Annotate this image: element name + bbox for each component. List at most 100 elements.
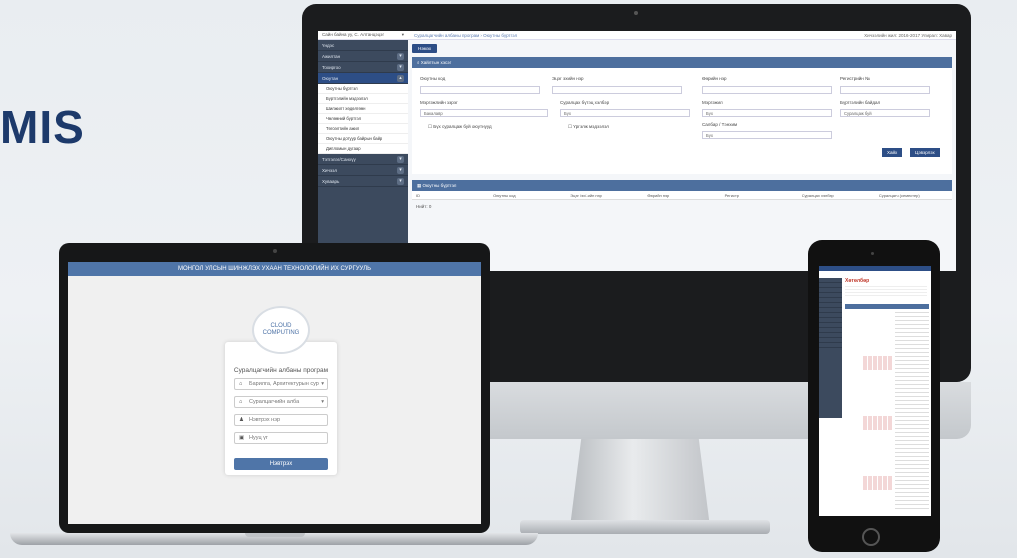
new-button[interactable]: Нэмэх <box>412 44 438 53</box>
tablet-description <box>845 286 927 298</box>
user-select[interactable]: Сайн байна уу, С. Алтанцэцэг ▾ <box>318 32 408 38</box>
always-info-checkbox[interactable]: ☐ Үргэлж мэдээлэл <box>568 124 609 130</box>
column-header[interactable]: Эцэг /эх/-ийн нэр <box>566 193 643 198</box>
desktop-app: Сайн байна уу, С. Алтанцэцэг ▾ Суралцагч… <box>318 31 956 271</box>
sidebar-item-lessons[interactable]: Хичээл ▾ <box>318 165 408 176</box>
main-content: Нэмэх ⌕ Хайлтын хэсэг Оюутны код Эцэг эх… <box>408 40 956 271</box>
parent-name-label: Эцэг эхийн нэр <box>552 76 584 81</box>
sidebar-subitem[interactable]: Төгсөлтийн ажил <box>318 124 408 134</box>
sidebar-item-label: Тэтгэлэг/Санхүү <box>322 156 356 162</box>
tablet-sidebar <box>819 278 842 418</box>
study-form-select[interactable]: Бүх <box>560 109 690 117</box>
role-select-value: Суралцагчийн алба <box>249 399 300 405</box>
chevron-down-icon: ▾ <box>397 52 404 60</box>
chevron-down-icon: ▾ <box>321 381 324 387</box>
degree-label: Мэргэжлийн зэрэг <box>420 100 458 105</box>
first-name-input[interactable] <box>702 86 832 94</box>
school-select[interactable]: ⌂ Барилга, Архитектурын сур ▾ <box>234 378 328 390</box>
login-card: CLOUD COMPUTING Суралцагчийн албаны прог… <box>225 306 337 475</box>
major-select[interactable]: Бүх <box>702 109 832 117</box>
home-icon: ⌂ <box>239 381 243 387</box>
login-title: Суралцагчийн албаны програм <box>233 367 329 374</box>
column-header[interactable]: Регистр <box>721 193 798 198</box>
password-placeholder: Нууц үг <box>249 435 268 441</box>
username-input[interactable]: ♟ Нэвтрэх нэр <box>234 414 328 426</box>
student-table-title: Оюутны бүртгэл <box>422 183 457 188</box>
sidebar-subitem[interactable]: Оюутны дотуур байрын байр <box>318 134 408 144</box>
school-select-value: Барилга, Архитектурын сур <box>249 381 319 387</box>
column-header[interactable]: Оюутны код <box>489 193 566 198</box>
tablet-camera <box>871 252 874 255</box>
column-header[interactable]: ID <box>412 193 489 198</box>
sidebar-subitem[interactable]: Бүртгэлийн мэдээлэл <box>318 94 408 104</box>
desktop-camera <box>634 11 638 15</box>
desktop-monitor-base <box>520 520 770 534</box>
always-info-label: Үргэлж мэдээлэл <box>573 124 609 129</box>
breadcrumb[interactable]: Суралцагчийн албаны програм › Оюутны бүр… <box>408 33 864 38</box>
login-header: МОНГОЛ УЛСЫН ШИНЖЛЭХ УХААН ТЕХНОЛОГИЙН И… <box>68 262 481 276</box>
sidebar-item-finance[interactable]: Тэтгэлэг/Санхүү ▾ <box>318 154 408 165</box>
tablet-home-button[interactable] <box>862 528 880 546</box>
login-button[interactable]: Нэвтрэх <box>234 458 328 470</box>
filter-panel-title: Хайлтын хэсэг <box>420 60 452 65</box>
sidebar-item-students[interactable]: Оюутан ▴ <box>318 73 408 84</box>
brand-title: MIS <box>0 101 85 153</box>
student-code-input[interactable] <box>420 86 540 94</box>
home-icon: ⌂ <box>239 399 243 405</box>
filter-panel-header: ⌕ Хайлтын хэсэг <box>412 57 952 68</box>
chevron-down-icon: ▾ <box>401 32 404 37</box>
tablet-calendar <box>863 476 893 490</box>
sidebar-item-label: Үндэс <box>322 42 335 48</box>
search-button[interactable]: Хайх <box>882 148 903 157</box>
tablet-document <box>895 312 929 510</box>
chevron-down-icon: ▾ <box>397 166 404 174</box>
sidebar-item-schedule[interactable]: Хуваарь ▾ <box>318 176 408 187</box>
sidebar-subitem[interactable]: Шилжилт хөдөлгөөн <box>318 104 408 114</box>
register-input[interactable] <box>840 86 930 94</box>
sidebar-subitem[interactable]: Чөлөөний бүртгэл <box>318 114 408 124</box>
desktop-topbar: Сайн байна уу, С. Алтанцэцэг ▾ Суралцагч… <box>318 31 956 40</box>
role-select[interactable]: ⌂ Суралцагчийн алба ▾ <box>234 396 328 408</box>
sidebar-item-label: Оюутан <box>322 75 339 81</box>
chevron-down-icon: ▾ <box>321 399 324 405</box>
degree-select-value: Бакалавр <box>424 111 443 116</box>
lock-icon: ▣ <box>239 435 245 441</box>
chevron-down-icon: ▾ <box>397 155 404 163</box>
desktop-monitor-stand <box>570 439 710 527</box>
column-header[interactable]: Суралцагч (семестер) <box>875 193 952 198</box>
status-select[interactable]: Суралцаж буй <box>840 109 930 117</box>
sidebar-item-label: Ажилтан <box>322 53 341 59</box>
clear-button[interactable]: Цэвэрлэх <box>910 148 940 157</box>
all-students-checkbox[interactable]: ☐ Бүх суралцаж буй оюутнууд <box>428 124 492 130</box>
major-label: Мэргэжил <box>702 100 723 105</box>
study-form-label: Суралцах бүтэц хэлбэр <box>560 100 610 105</box>
sidebar-item-label: Хуваарь <box>322 178 340 184</box>
department-select[interactable]: Бүх <box>702 131 832 139</box>
cloud-computing-logo: CLOUD COMPUTING <box>252 306 310 354</box>
student-table-header: ▦ Оюутны бүртгэл <box>412 180 952 191</box>
tablet-page-title: Хөтөлбөр <box>845 278 870 284</box>
desktop-screen: Сайн байна уу, С. Алтанцэцэг ▾ Суралцагч… <box>318 31 956 271</box>
department-select-value: Бүх <box>706 133 713 138</box>
chevron-down-icon: ▾ <box>397 63 404 71</box>
sidebar-item-label: Тохиргоо <box>322 64 341 70</box>
column-header[interactable]: Суралцах хэлбэр <box>798 193 875 198</box>
sidebar-subitem[interactable]: Оюутны бүртгэл <box>318 84 408 94</box>
major-select-value: Бүх <box>706 111 713 116</box>
tablet-screen: Хөтөлбөр <box>819 266 931 516</box>
sidebar-subitem[interactable]: Дипломын дугаар <box>318 144 408 154</box>
table-total: Нийт: 0 <box>416 204 432 209</box>
sidebar-item-label: Хичээл <box>322 167 337 173</box>
sidebar-item-home[interactable]: Үндэс <box>318 40 408 51</box>
degree-select[interactable]: Бакалавр <box>420 109 548 117</box>
laptop-notch <box>245 533 305 537</box>
sidebar-item-staff[interactable]: Ажилтан ▾ <box>318 51 408 62</box>
password-input[interactable]: ▣ Нууц үг <box>234 432 328 444</box>
laptop-screen: МОНГОЛ УЛСЫН ШИНЖЛЭХ УХААН ТЕХНОЛОГИЙН И… <box>68 262 481 524</box>
tablet-calendar <box>863 416 893 430</box>
department-label: Салбар / Тэнхим <box>702 122 738 127</box>
column-header[interactable]: Өөрийн нэр <box>643 193 720 198</box>
parent-name-input[interactable] <box>552 86 682 94</box>
sidebar-item-settings[interactable]: Тохиргоо ▾ <box>318 62 408 73</box>
term-info: Хичээлийн жил: 2016-2017 Улирал: Хавар <box>864 32 952 38</box>
